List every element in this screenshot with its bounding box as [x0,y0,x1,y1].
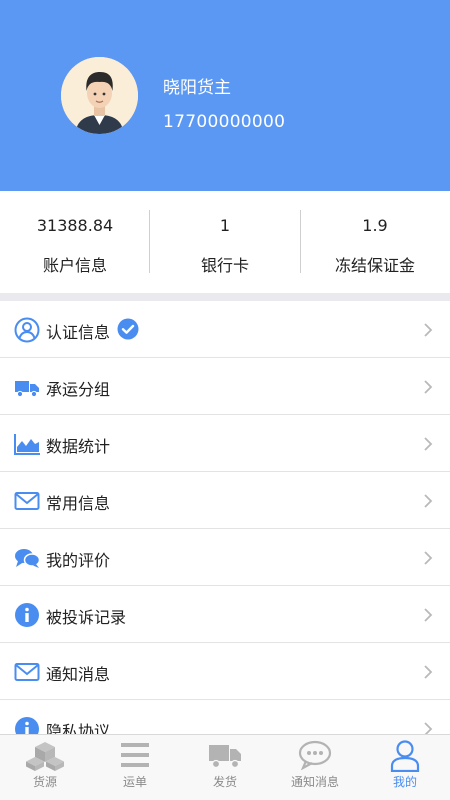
verified-check-icon [117,318,139,340]
chevron-right-icon [423,322,433,338]
stat-label: 冻结保证金 [334,256,415,275]
divider [149,210,150,273]
menu-item-statistics[interactable]: 数据统计 [0,415,450,472]
tab-goods-source[interactable]: 货源 [0,735,90,800]
menu-item-my-reviews[interactable]: 我的评价 [0,529,450,586]
chat-icon [298,740,332,770]
chevron-right-icon [423,550,433,566]
stat-account-info[interactable]: 31388.84 账户信息 [0,191,150,293]
menu-item-label: 我的评价 [46,551,111,570]
chevron-right-icon [423,607,433,623]
envelope-icon [14,488,40,514]
tab-ship[interactable]: 发货 [180,735,270,800]
tab-waybill[interactable]: 运单 [90,735,180,800]
user-phone: 17700000000 [163,112,286,132]
profile-header: 晓阳货主 17700000000 [0,0,450,191]
menu-item-label: 常用信息 [46,494,111,513]
tab-label: 发货 [212,775,237,789]
stat-bank-card[interactable]: 1 银行卡 [150,191,300,293]
section-gap [0,293,450,301]
info-icon [14,602,40,628]
menu-list: 认证信息 承运分组 数据统计 常用信息 我的评价 被投诉记录 通知消息 隐私协议 [0,301,450,757]
user-name: 晓阳货主 [163,78,231,98]
list-icon [121,743,149,767]
stats-row: 31388.84 账户信息 1 银行卡 1.9 冻结保证金 [0,191,450,293]
stat-value: 31388.84 [36,216,114,235]
chat-bubbles-icon [14,545,41,571]
menu-item-common-info[interactable]: 常用信息 [0,472,450,529]
menu-item-label: 承运分组 [46,380,111,399]
menu-item-complaint-records[interactable]: 被投诉记录 [0,586,450,643]
truck-icon [209,745,241,769]
tab-label: 我的 [392,775,417,789]
stat-label: 银行卡 [200,256,249,275]
menu-item-verification[interactable]: 认证信息 [0,301,450,358]
tab-label: 货源 [32,775,57,789]
chevron-right-icon [423,493,433,509]
truck-icon [14,374,40,400]
tab-label: 通知消息 [290,775,339,789]
envelope-icon [14,659,40,685]
avatar[interactable] [61,57,138,134]
boxes-icon [26,742,64,771]
menu-item-label: 认证信息 [46,323,111,342]
tab-label: 运单 [122,775,147,789]
user-circle-icon [14,317,40,343]
stat-value: 1 [219,216,231,235]
person-icon [390,740,420,772]
menu-item-notifications[interactable]: 通知消息 [0,643,450,700]
tab-notifications[interactable]: 通知消息 [270,735,360,800]
menu-item-label: 通知消息 [46,665,111,684]
divider [300,210,301,273]
bottom-tab-bar: 货源 运单 发货 通知消息 我的 [0,734,450,800]
area-chart-icon [14,431,40,457]
menu-item-carrier-group[interactable]: 承运分组 [0,358,450,415]
stat-label: 账户信息 [42,256,107,275]
chevron-right-icon [423,664,433,680]
menu-item-label: 被投诉记录 [46,608,127,627]
chevron-right-icon [423,379,433,395]
tab-mine[interactable]: 我的 [360,735,450,800]
menu-item-label: 数据统计 [46,437,111,456]
stat-value: 1.9 [362,216,388,235]
chevron-right-icon [423,436,433,452]
stat-frozen-deposit[interactable]: 1.9 冻结保证金 [300,191,450,293]
